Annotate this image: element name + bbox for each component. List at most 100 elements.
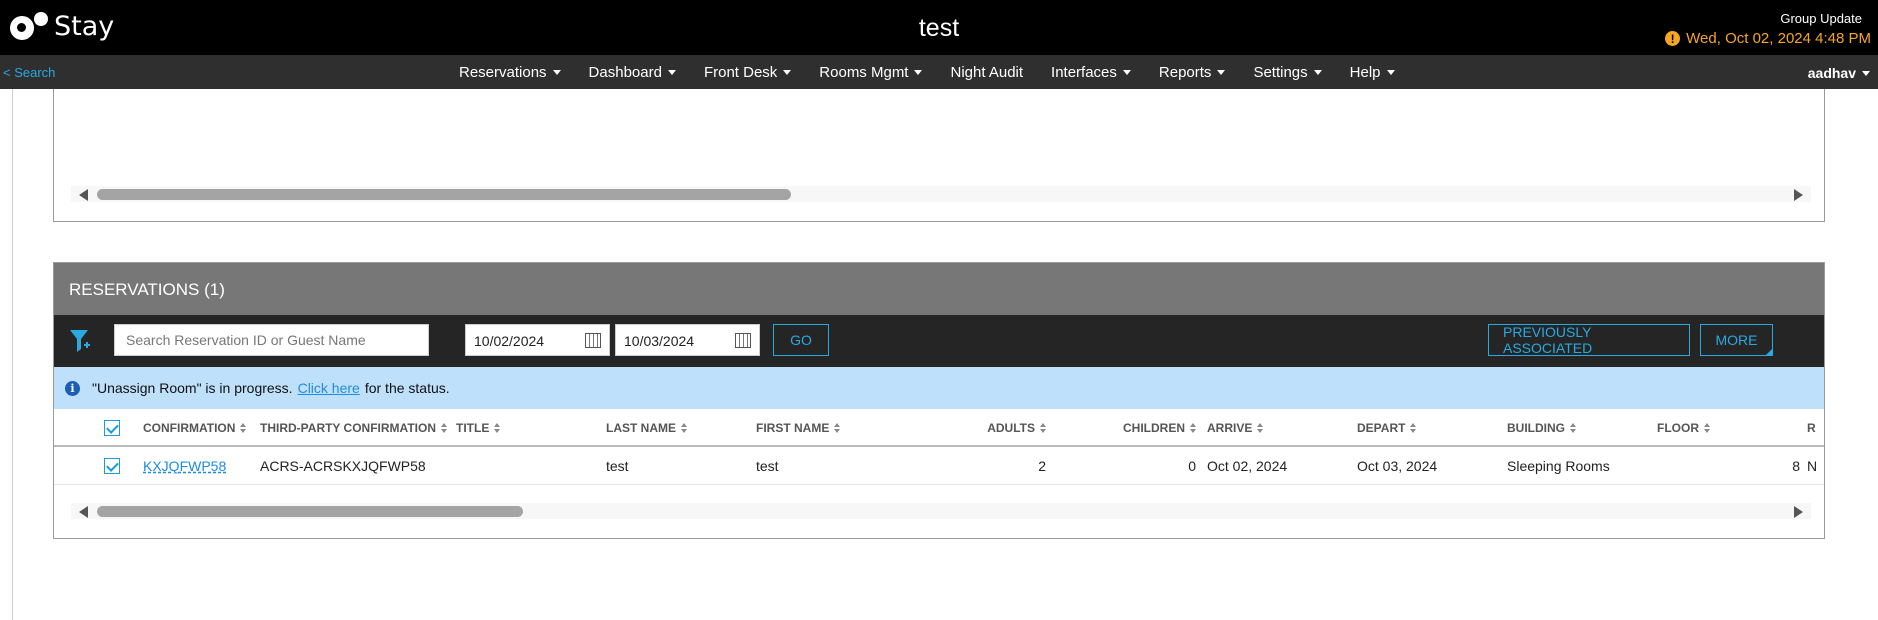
arrival-date-field[interactable]: 10/02/2024 — [465, 324, 610, 356]
nav-item-interfaces[interactable]: Interfaces — [1051, 64, 1131, 81]
chevron-down-icon — [1862, 70, 1870, 76]
calendar-icon[interactable] — [585, 333, 601, 348]
column-label: ARRIVE — [1207, 421, 1253, 435]
scroll-right-icon[interactable] — [1794, 189, 1803, 201]
table-header-row: CONFIRMATION THIRD-PARTY CONFIRMATION TI… — [54, 409, 1824, 447]
sort-icon — [1410, 423, 1417, 433]
nav-label: Rooms Mgmt — [819, 63, 909, 81]
status-link[interactable]: Click here — [298, 380, 360, 396]
info-text-after: for the status. — [364, 380, 450, 396]
date-to-value: 10/03/2024 — [624, 333, 695, 349]
user-name: aadhav — [1807, 65, 1856, 81]
chevron-down-icon — [552, 69, 561, 75]
column-label: ADULTS — [987, 421, 1035, 435]
sort-icon — [1040, 423, 1046, 433]
nav-label: Night Audit — [950, 63, 1024, 81]
col-title[interactable]: TITLE — [456, 409, 501, 447]
first-name: test — [756, 458, 779, 474]
column-label: CHILDREN — [1123, 421, 1185, 435]
row-checkbox[interactable] — [104, 447, 120, 485]
page-title: test — [918, 14, 960, 42]
scroll-right-icon[interactable] — [1794, 506, 1803, 518]
nav-item-night-audit[interactable]: Night Audit — [950, 64, 1023, 81]
col-room[interactable]: R — [1807, 409, 1816, 447]
confirmation-link[interactable]: KXJQFWP58 — [143, 447, 226, 485]
adults-count: 2 — [1038, 458, 1046, 474]
user-menu[interactable]: aadhav — [1808, 65, 1870, 81]
sort-icon — [1570, 423, 1576, 433]
nav-item-dashboard[interactable]: Dashboard — [589, 64, 676, 81]
scroll-left-icon[interactable] — [79, 189, 88, 201]
confirmation-number[interactable]: KXJQFWP58 — [143, 458, 226, 474]
scrollbar-thumb[interactable] — [97, 506, 523, 517]
column-label: LAST NAME — [606, 421, 676, 435]
nav-label: Reservations — [459, 63, 547, 81]
col-building[interactable]: BUILDING — [1507, 409, 1576, 447]
filter-icon[interactable] — [69, 328, 91, 359]
info-icon: i — [65, 380, 80, 396]
go-button[interactable]: GO — [773, 324, 829, 356]
previously-associated-button[interactable]: PREVIOUSLY ASSOCIATED — [1488, 324, 1690, 356]
nav-item-rooms-mgmt[interactable]: Rooms Mgmt — [819, 63, 923, 81]
chevron-down-icon — [667, 69, 676, 75]
chevron-down-icon — [1122, 69, 1131, 75]
table-row[interactable]: KXJQFWP58 ACRS-ACRSKXJQFWP58 test test 2… — [54, 447, 1824, 485]
col-adults[interactable]: ADULTS — [934, 409, 1046, 447]
sort-icon — [1190, 423, 1196, 433]
col-arrive[interactable]: ARRIVE — [1207, 409, 1264, 447]
building-name: Sleeping Rooms — [1507, 458, 1610, 474]
nav-label: Front Desk — [703, 63, 778, 81]
upper-horizontal-scrollbar[interactable] — [71, 186, 1811, 202]
warning-icon[interactable]: ! — [1665, 31, 1681, 46]
nav-label: Reports — [1158, 63, 1212, 81]
nav-label: Dashboard — [588, 63, 662, 81]
nav-item-settings[interactable]: Settings — [1253, 63, 1322, 81]
sort-icon — [494, 423, 501, 433]
col-third-party-confirmation[interactable]: THIRD-PARTY CONFIRMATION — [260, 409, 447, 447]
group-update-label: Group Update — [1780, 11, 1862, 26]
upper-panel — [53, 89, 1825, 222]
column-label: CONFIRMATION — [143, 421, 236, 435]
select-all-checkbox[interactable] — [104, 409, 120, 447]
checkbox-checked-icon — [104, 420, 120, 436]
nav-item-help[interactable]: Help — [1350, 64, 1395, 81]
reservations-toolbar: 10/02/2024 10/03/2024 GO PREVIOUSLY ASSO… — [54, 315, 1824, 367]
calendar-icon[interactable] — [735, 333, 751, 348]
reservations-panel: RESERVATIONS (1) 10/02/2024 10/03/2024 G… — [53, 262, 1825, 539]
col-confirmation[interactable]: CONFIRMATION — [143, 409, 247, 447]
last-name: test — [606, 458, 629, 474]
col-first-name[interactable]: FIRST NAME — [756, 409, 841, 447]
sort-icon — [441, 423, 447, 433]
chevron-down-icon — [1386, 69, 1395, 75]
sort-icon — [240, 423, 247, 433]
reservation-search-input[interactable] — [114, 324, 429, 356]
nav-item-reports[interactable]: Reports — [1159, 64, 1226, 81]
more-label: MORE — [1715, 332, 1758, 348]
nav-label: Settings — [1253, 63, 1308, 81]
more-button[interactable]: MORE — [1700, 324, 1773, 356]
scrollbar-thumb[interactable] — [97, 189, 791, 200]
chevron-down-icon — [1313, 69, 1322, 75]
column-label: R — [1807, 421, 1816, 435]
col-depart[interactable]: DEPART — [1357, 409, 1417, 447]
nav-label: Interfaces — [1051, 63, 1117, 81]
chevron-down-icon — [914, 69, 923, 75]
column-label: BUILDING — [1507, 421, 1565, 435]
scroll-left-icon[interactable] — [79, 506, 88, 518]
reservations-header: RESERVATIONS (1) — [54, 263, 1824, 315]
col-last-name[interactable]: LAST NAME — [606, 409, 687, 447]
reservations-table: CONFIRMATION THIRD-PARTY CONFIRMATION TI… — [54, 409, 1824, 485]
nav-item-front-desk[interactable]: Front Desk — [703, 63, 792, 81]
depart-date: Oct 03, 2024 — [1357, 458, 1438, 474]
back-to-search-link[interactable]: < Search — [3, 65, 55, 80]
col-floor[interactable]: FLOOR — [1657, 409, 1710, 447]
sort-icon — [1257, 423, 1264, 433]
nav-item-reservations[interactable]: Reservations — [459, 64, 561, 81]
content-divider — [12, 89, 13, 620]
main-nav: < Search Reservations Dashboard Front De… — [0, 55, 1878, 89]
chevron-down-icon — [783, 69, 792, 75]
info-banner: i "Unassign Room" is in progress. Click … — [54, 367, 1824, 409]
col-children[interactable]: CHILDREN — [1086, 409, 1196, 447]
departure-date-field[interactable]: 10/03/2024 — [615, 324, 760, 356]
table-horizontal-scrollbar[interactable] — [71, 503, 1811, 519]
